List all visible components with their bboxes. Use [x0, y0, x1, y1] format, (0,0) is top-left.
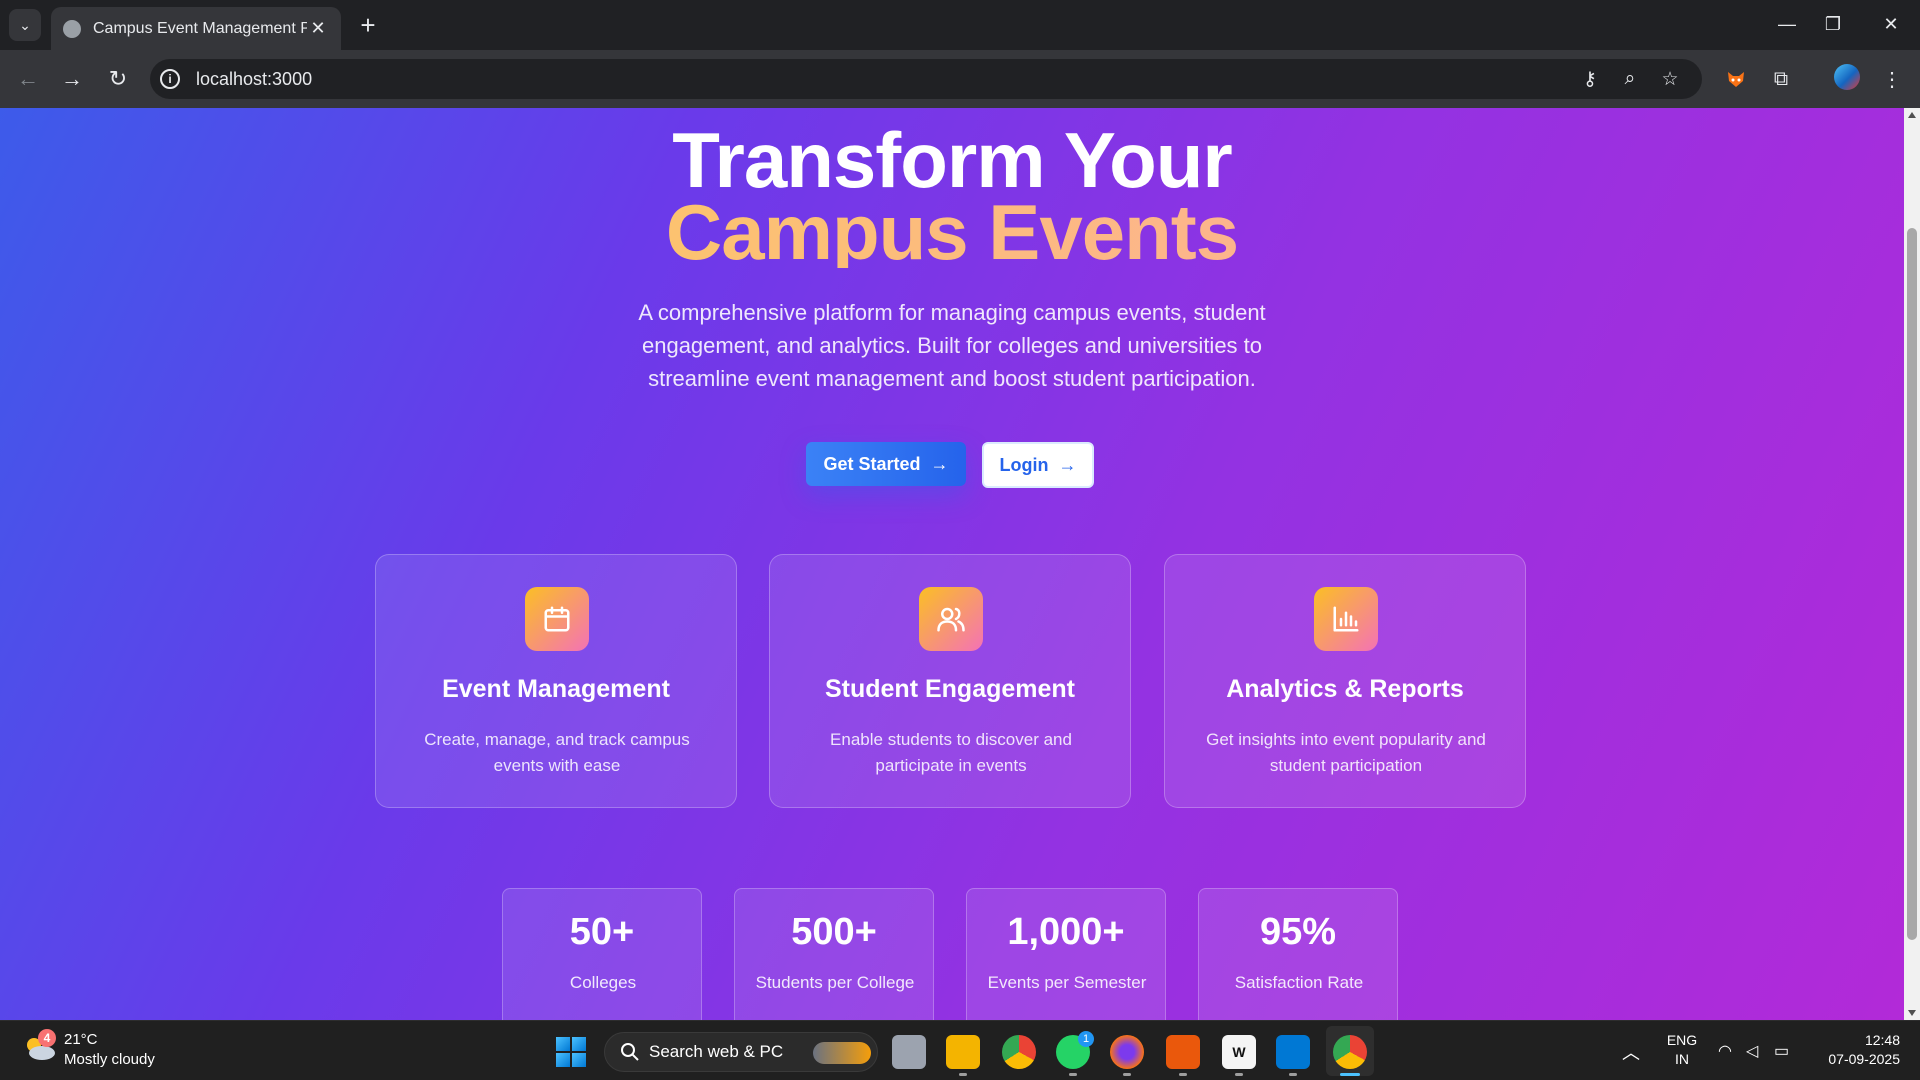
stat-card-colleges: 50+ Colleges: [502, 888, 702, 1020]
running-indicator: [1179, 1073, 1187, 1076]
zoom-icon[interactable]: ⌕: [1616, 65, 1644, 93]
volume-icon[interactable]: ◁: [1746, 1041, 1758, 1061]
vscode-icon[interactable]: [1276, 1035, 1310, 1069]
stat-value: 1,000+: [1007, 911, 1125, 953]
wifi-icon[interactable]: ◠: [1718, 1041, 1732, 1061]
calendar-icon: [525, 587, 589, 651]
browser-toolbar: ← → ↻ i localhost:3000 ⚷ ⌕ ☆ ⧉ ⋮: [0, 50, 1920, 108]
hero-description: A comprehensive platform for managing ca…: [638, 300, 1266, 391]
globe-icon: [63, 19, 81, 38]
hero-title-line2: Campus Events: [0, 193, 1904, 271]
weather-condition: Mostly cloudy: [64, 1051, 155, 1068]
forward-icon[interactable]: →: [56, 63, 88, 95]
scrollbar-thumb[interactable]: [1907, 228, 1917, 940]
feature-title: Analytics & Reports: [1226, 675, 1464, 703]
address-url[interactable]: localhost:3000: [196, 59, 312, 99]
extension-fox-icon[interactable]: [1720, 63, 1752, 95]
site-info-icon[interactable]: i: [160, 69, 180, 89]
stat-label: Students per College: [755, 973, 915, 992]
firefox-icon[interactable]: [1110, 1035, 1144, 1069]
feature-description: Enable students to discover and particip…: [830, 730, 1072, 775]
close-tab-icon[interactable]: ✕: [307, 18, 329, 39]
tab-title: Campus Event Management Pla: [93, 19, 307, 37]
language-code: ENG: [1666, 1032, 1698, 1048]
bookmark-star-icon[interactable]: ☆: [1656, 65, 1684, 93]
taskbar-search[interactable]: Search web & PC: [604, 1032, 878, 1072]
address-bar[interactable]: i localhost:3000 ⚷ ⌕ ☆: [150, 59, 1702, 99]
tab-search-button[interactable]: ⌄: [9, 9, 41, 41]
minimize-button[interactable]: —: [1764, 6, 1810, 42]
feature-card-student-engagement: Student Engagement Enable students to di…: [769, 554, 1131, 808]
task-view-icon[interactable]: [892, 1035, 926, 1069]
page-viewport: Transform Your Campus Events A comprehen…: [0, 108, 1904, 1020]
feature-title: Student Engagement: [824, 675, 1075, 703]
close-window-button[interactable]: ✕: [1868, 6, 1914, 42]
scroll-down-arrow-icon[interactable]: [1908, 1010, 1916, 1016]
restore-button[interactable]: ❐: [1810, 6, 1856, 42]
battery-icon[interactable]: ▭: [1774, 1041, 1789, 1061]
stat-label: Satisfaction Rate: [1234, 973, 1364, 992]
menu-kebab-icon[interactable]: ⋮: [1876, 63, 1908, 95]
stat-value: 50+: [569, 911, 635, 953]
bar-chart-icon: [1314, 587, 1378, 651]
browser-tab-bar: ⌄ Campus Event Management Pla ✕ + — ❐ ✕: [0, 0, 1920, 50]
whatsapp-badge: 1: [1078, 1031, 1094, 1047]
clock-time: 12:48: [1864, 1032, 1900, 1048]
running-indicator: [1123, 1073, 1131, 1076]
arrow-right-icon: →: [930, 453, 949, 474]
feature-description: Create, manage, and track campus events …: [424, 730, 690, 775]
chrome-profile-icon[interactable]: [1333, 1035, 1367, 1069]
stat-value: 500+: [791, 911, 877, 953]
users-icon: [919, 587, 983, 651]
clock[interactable]: 12:48 07-09-2025: [1808, 1031, 1900, 1069]
login-label: Login: [999, 454, 1049, 475]
new-tab-button[interactable]: +: [352, 9, 384, 41]
search-placeholder: Search web & PC: [649, 1042, 784, 1061]
hero-title-line1: Transform Your: [672, 116, 1233, 204]
extensions-puzzle-icon[interactable]: ⧉: [1765, 63, 1797, 95]
profile-avatar[interactable]: [1834, 64, 1860, 90]
windows-start-icon[interactable]: [556, 1037, 586, 1067]
reader-app-icon[interactable]: [1166, 1035, 1200, 1069]
search-highlight-icon: [813, 1042, 871, 1064]
tray-overflow-chevron-icon[interactable]: ︿: [1622, 1039, 1640, 1065]
stat-label: Colleges: [569, 973, 637, 992]
stat-card-students: 500+ Students per College: [734, 888, 934, 1020]
hero-title: Transform Your Campus Events: [0, 116, 1904, 271]
language-indicator[interactable]: ENG IN: [1664, 1031, 1700, 1069]
running-indicator: [959, 1073, 967, 1076]
search-icon: [621, 1043, 639, 1061]
get-started-button[interactable]: Get Started →: [806, 442, 966, 486]
weather-temperature: 21°C: [64, 1031, 98, 1048]
feature-description: Get insights into event popularity and s…: [1206, 730, 1486, 775]
feature-card-event-management: Event Management Create, manage, and tra…: [375, 554, 737, 808]
login-button[interactable]: Login →: [982, 442, 1094, 488]
back-icon[interactable]: ←: [12, 63, 44, 95]
file-explorer-icon[interactable]: [946, 1035, 980, 1069]
windows-taskbar: 4 21°C Mostly cloudy Search web & PC 1 W…: [0, 1020, 1920, 1080]
feature-title: Event Management: [442, 675, 670, 703]
notes-app-icon[interactable]: W: [1222, 1035, 1256, 1069]
browser-tab-active[interactable]: Campus Event Management Pla ✕: [51, 7, 341, 50]
stat-card-events: 1,000+ Events per Semester: [966, 888, 1166, 1020]
running-indicator: [1235, 1073, 1243, 1076]
stat-label: Events per Semester: [987, 973, 1147, 992]
running-indicator: [1069, 1073, 1077, 1076]
reload-icon[interactable]: ↻: [102, 63, 134, 95]
weather-alert-badge: 4: [38, 1029, 56, 1047]
password-key-icon[interactable]: ⚷: [1576, 65, 1604, 93]
stat-value: 95%: [1259, 911, 1337, 953]
active-indicator: [1340, 1073, 1360, 1076]
feature-card-analytics: Analytics & Reports Get insights into ev…: [1164, 554, 1526, 808]
chrome-icon[interactable]: [1002, 1035, 1036, 1069]
get-started-label: Get Started: [823, 453, 921, 474]
page-scrollbar[interactable]: [1904, 108, 1920, 1020]
scroll-up-arrow-icon[interactable]: [1908, 112, 1916, 118]
arrow-right-icon: →: [1058, 454, 1077, 475]
running-indicator: [1289, 1073, 1297, 1076]
clock-date: 07-09-2025: [1828, 1051, 1900, 1067]
region-code: IN: [1675, 1051, 1689, 1067]
stat-card-satisfaction: 95% Satisfaction Rate: [1198, 888, 1398, 1020]
